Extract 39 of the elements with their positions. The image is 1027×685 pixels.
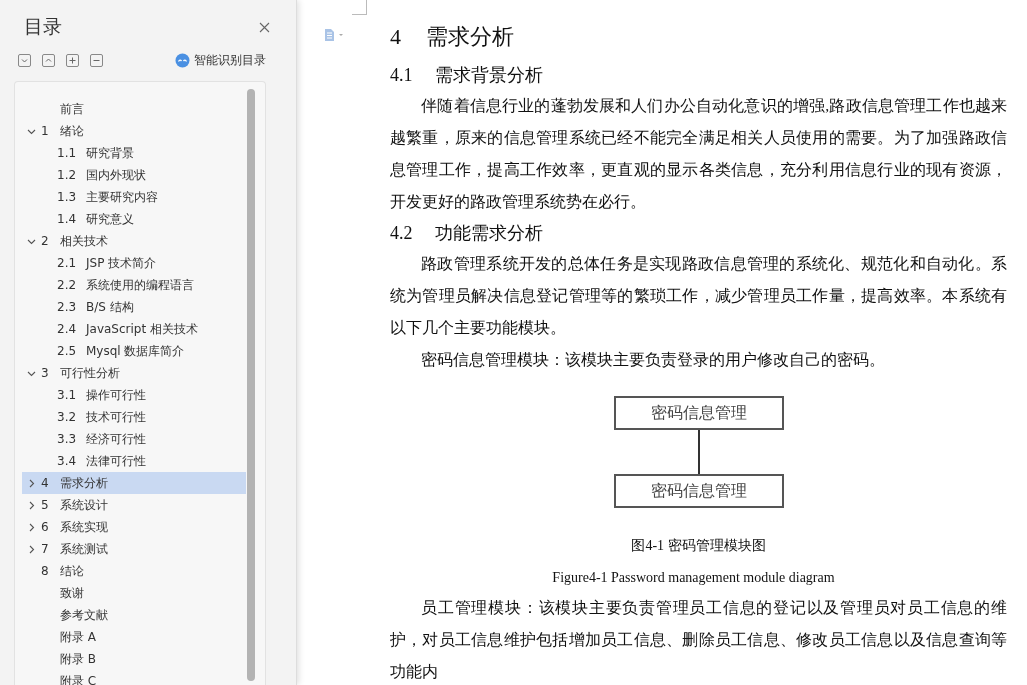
toc-item[interactable]: 附录 B [22, 648, 246, 670]
diagram-node: 密码信息管理 [613, 474, 784, 508]
section-heading: 4.2 功能需求分析 [390, 222, 544, 245]
section-heading: 4 需求分析 [390, 23, 515, 51]
toc-item[interactable]: 2.2 系统使用的编程语言 [22, 274, 246, 296]
sidebar-title: 目录 [24, 14, 62, 39]
figure-caption: 图4-1 密码管理模块图 [631, 537, 766, 555]
toc-item[interactable]: 2.1 JSP 技术简介 [22, 252, 246, 274]
toc-item[interactable]: 3 可行性分析 [22, 362, 246, 384]
toc-item[interactable]: 4 需求分析 [22, 472, 246, 494]
toc-item[interactable]: 1.4 研究意义 [22, 208, 246, 230]
toc-item[interactable]: 3.3 经济可行性 [22, 428, 246, 450]
paragraph: 路政管理系统开发的总体任务是实现路政信息管理的系统化、规范化和自动化。系统为管理员解决信息登记管理等的繁琐工作，减少管理员工作量，提高效率。本系统有以下几个主要功能模块。 [390, 254, 1007, 338]
paragraph: 员工管理模块：该模块主要负责管理员工信息的登记以及管理员对员工信息的维护，对员工信息维护包括增加员工信息、删除员工信息、修改员工信息以及信息查询等功能内 [390, 598, 1007, 682]
toc-item[interactable]: 2.3 B/S 结构 [22, 296, 246, 318]
toc-item[interactable]: 3.2 技术可行性 [22, 406, 246, 428]
toc-item[interactable]: 7 系统测试 [22, 538, 246, 560]
figure-caption: Figure4-1 Password management module diagram [552, 569, 835, 587]
toc-item[interactable]: 1 绪论 [22, 120, 246, 142]
paragraph: 密码信息管理模块：该模块主要负责登录的用户修改自己的密码。 [420, 350, 887, 370]
toc-item[interactable]: 2.5 Mysql 数据库简介 [22, 340, 246, 362]
toc-item[interactable]: 1.1 研究背景 [22, 142, 246, 164]
toc-item[interactable]: 5 系统设计 [22, 494, 246, 516]
toc-item[interactable]: 8 结论 [22, 560, 246, 582]
paragraph: 伴随着信息行业的蓬勃发展和人们办公自动化意识的增强,路政信息管理工作也越来越繁重，原来的信息管理系统已经不能完全满足相关人员使用的需要。为了加强路政信息管理工作，提高工作效率，更直观的显示各类信息，充分利用信息行业的现有资源，开发更好的路政管理系统势在必行。 [390, 96, 1007, 212]
toc-item[interactable]: 前言 [22, 98, 246, 120]
toc-item[interactable]: 6 系统实现 [22, 516, 246, 538]
toc-item[interactable]: 1.2 国内外现状 [22, 164, 246, 186]
toc-item[interactable]: 附录 A [22, 626, 246, 648]
toc-item[interactable]: 3.1 操作可行性 [22, 384, 246, 406]
toc-item[interactable]: 致谢 [22, 582, 246, 604]
toc-item[interactable]: 1.3 主要研究内容 [22, 186, 246, 208]
toc-item[interactable]: 3.4 法律可行性 [22, 450, 246, 472]
smart-toc-button[interactable]: 智能识别目录 [175, 52, 266, 69]
toc-item[interactable]: 2 相关技术 [22, 230, 246, 252]
toc-item[interactable]: 参考文献 [22, 604, 246, 626]
diagram-node: 密码信息管理 [613, 396, 784, 430]
toc-item[interactable]: 2.4 JavaScript 相关技术 [22, 318, 246, 340]
section-heading: 4.1 需求背景分析 [390, 64, 544, 87]
